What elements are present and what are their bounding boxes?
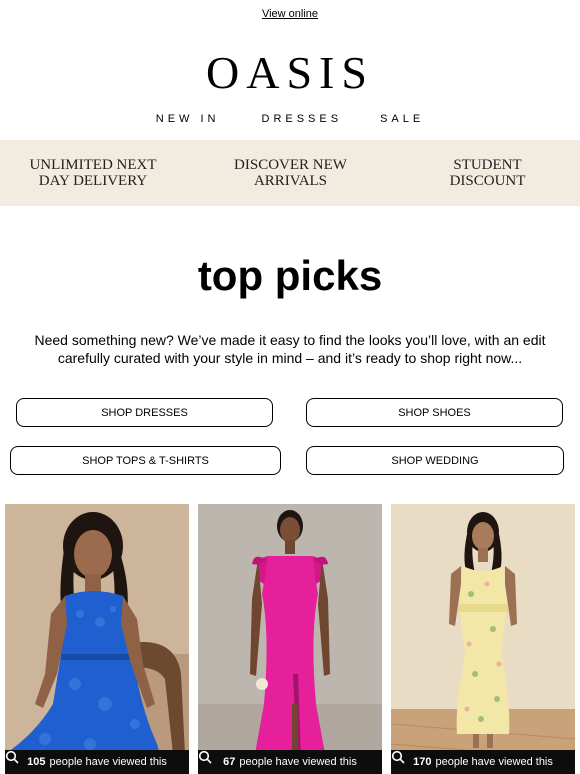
view-online-link[interactable]: View online [262, 8, 318, 20]
search-icon [198, 750, 212, 764]
views-badge: 105 people have viewed this [5, 750, 189, 774]
intro-text: Need something new? We’ve made it easy t… [34, 332, 546, 366]
search-icon [5, 750, 19, 764]
shop-shoes-button[interactable]: SHOP SHOES [306, 398, 563, 427]
product-card-yellow-dress[interactable]: 170 people have viewed this [391, 504, 575, 774]
usp-delivery-line2: DAY DELIVERY [38, 173, 148, 189]
nav-item-dresses[interactable]: DRESSES [262, 113, 343, 125]
views-label: people have viewed this [239, 756, 357, 768]
views-count: 67 [223, 756, 236, 768]
views-badge: 170 people have viewed this [391, 750, 575, 774]
usp-new-arrivals-line2: ARRIVALS [253, 173, 328, 189]
shop-wedding-button[interactable]: SHOP WEDDING [306, 446, 564, 475]
nav-item-sale[interactable]: SALE [380, 113, 424, 125]
views-label: people have viewed this [49, 756, 167, 768]
views-label: people have viewed this [435, 756, 553, 768]
search-icon [391, 750, 405, 764]
brand-logo[interactable]: OASIS [0, 50, 580, 96]
views-count: 105 [27, 756, 46, 768]
usp-student-discount[interactable]: STUDENT DISCOUNT [395, 157, 580, 189]
usp-banner: UNLIMITED NEXT DAY DELIVERY DISCOVER NEW… [0, 140, 580, 206]
usp-delivery-line1: UNLIMITED NEXT [29, 157, 157, 173]
usp-student-line1: STUDENT [453, 157, 522, 173]
product-card-pink-dress[interactable]: 67 people have viewed this [198, 504, 382, 774]
views-count: 170 [413, 756, 432, 768]
product-image-pink-dress [198, 504, 382, 774]
product-image-blue-dress [5, 504, 189, 774]
views-badge: 67 people have viewed this [198, 750, 382, 774]
section-title: top picks [197, 252, 383, 299]
view-online-bar: View online [0, 8, 580, 20]
product-image-yellow-dress [391, 504, 575, 774]
usp-student-line2: DISCOUNT [449, 173, 526, 189]
shop-dresses-button[interactable]: SHOP DRESSES [16, 398, 273, 427]
shop-tops-button[interactable]: SHOP TOPS & T-SHIRTS [10, 446, 281, 475]
usp-new-arrivals-line1: DISCOVER NEW [234, 157, 347, 173]
main-nav: NEW IN DRESSES SALE [0, 113, 580, 125]
usp-new-arrivals[interactable]: DISCOVER NEW ARRIVALS [186, 157, 395, 189]
product-card-blue-dress[interactable]: 105 people have viewed this [5, 504, 189, 774]
usp-delivery[interactable]: UNLIMITED NEXT DAY DELIVERY [0, 157, 186, 189]
nav-item-new-in[interactable]: NEW IN [156, 113, 220, 125]
